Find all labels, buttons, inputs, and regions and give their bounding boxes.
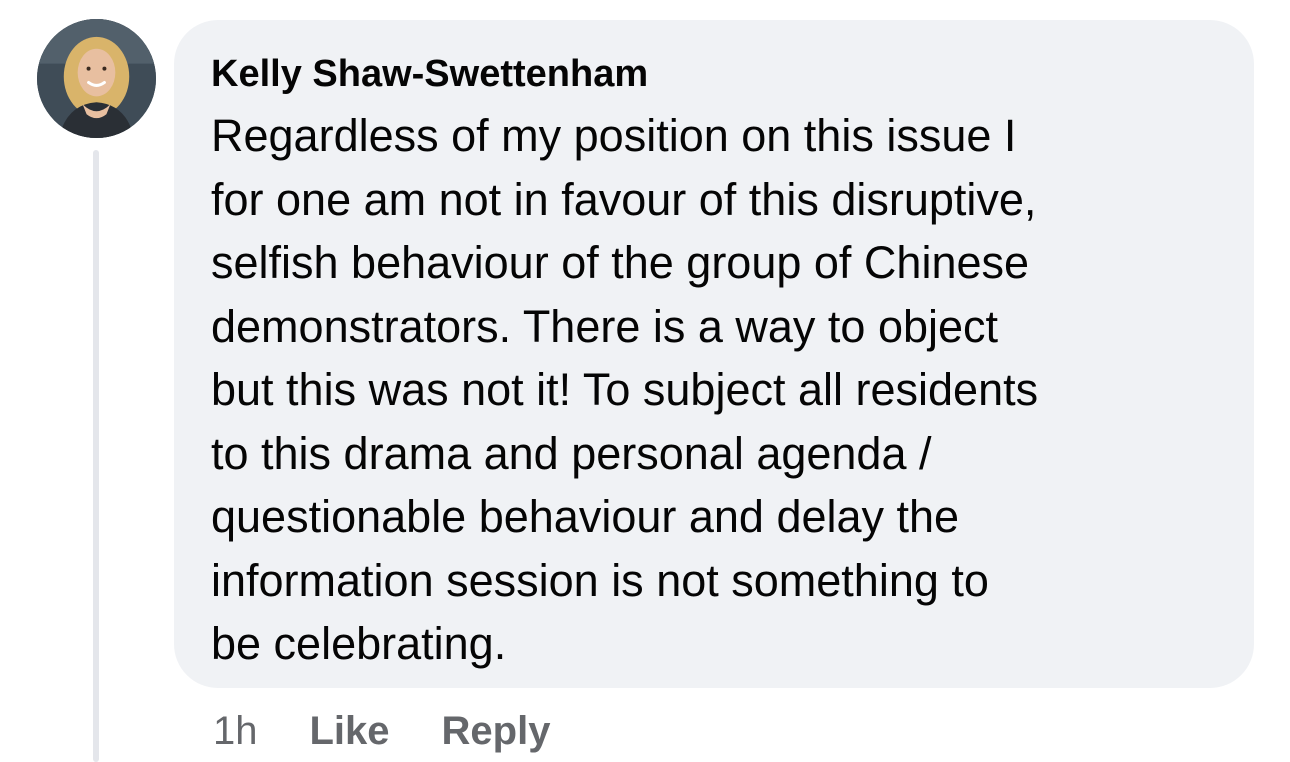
- reply-button[interactable]: Reply: [442, 706, 551, 756]
- comment-text-line: be celebrating.: [211, 618, 507, 669]
- reply-thread-line: [93, 150, 99, 762]
- comment-text-line: to this drama and personal agenda /: [211, 427, 932, 479]
- comment-text-line: information session is not something to: [211, 554, 989, 606]
- author-avatar[interactable]: [37, 19, 156, 138]
- comment-timestamp[interactable]: 1h: [213, 706, 258, 756]
- comment-text-line: demonstrators. There is a way to object: [211, 300, 999, 352]
- comment-author-name[interactable]: Kelly Shaw-Swettenham: [211, 51, 648, 97]
- like-button[interactable]: Like: [310, 706, 390, 756]
- comment-text-line: questionable behaviour and delay the: [211, 491, 960, 542]
- comment-text-line: but this was not it! To subject all resi…: [211, 364, 1039, 415]
- comment-text-line: Regardless of my position on this issue …: [211, 110, 1017, 161]
- comment-text-line: selfish behaviour of the group of Chines…: [211, 237, 1030, 288]
- comment-text-line: for one am not in favour of this disrupt…: [211, 173, 1037, 225]
- comment-actions: 1h Like Reply: [213, 706, 602, 756]
- comment-body: Regardless of my position on this issue …: [211, 104, 1231, 676]
- profile-photo-icon: [37, 19, 156, 138]
